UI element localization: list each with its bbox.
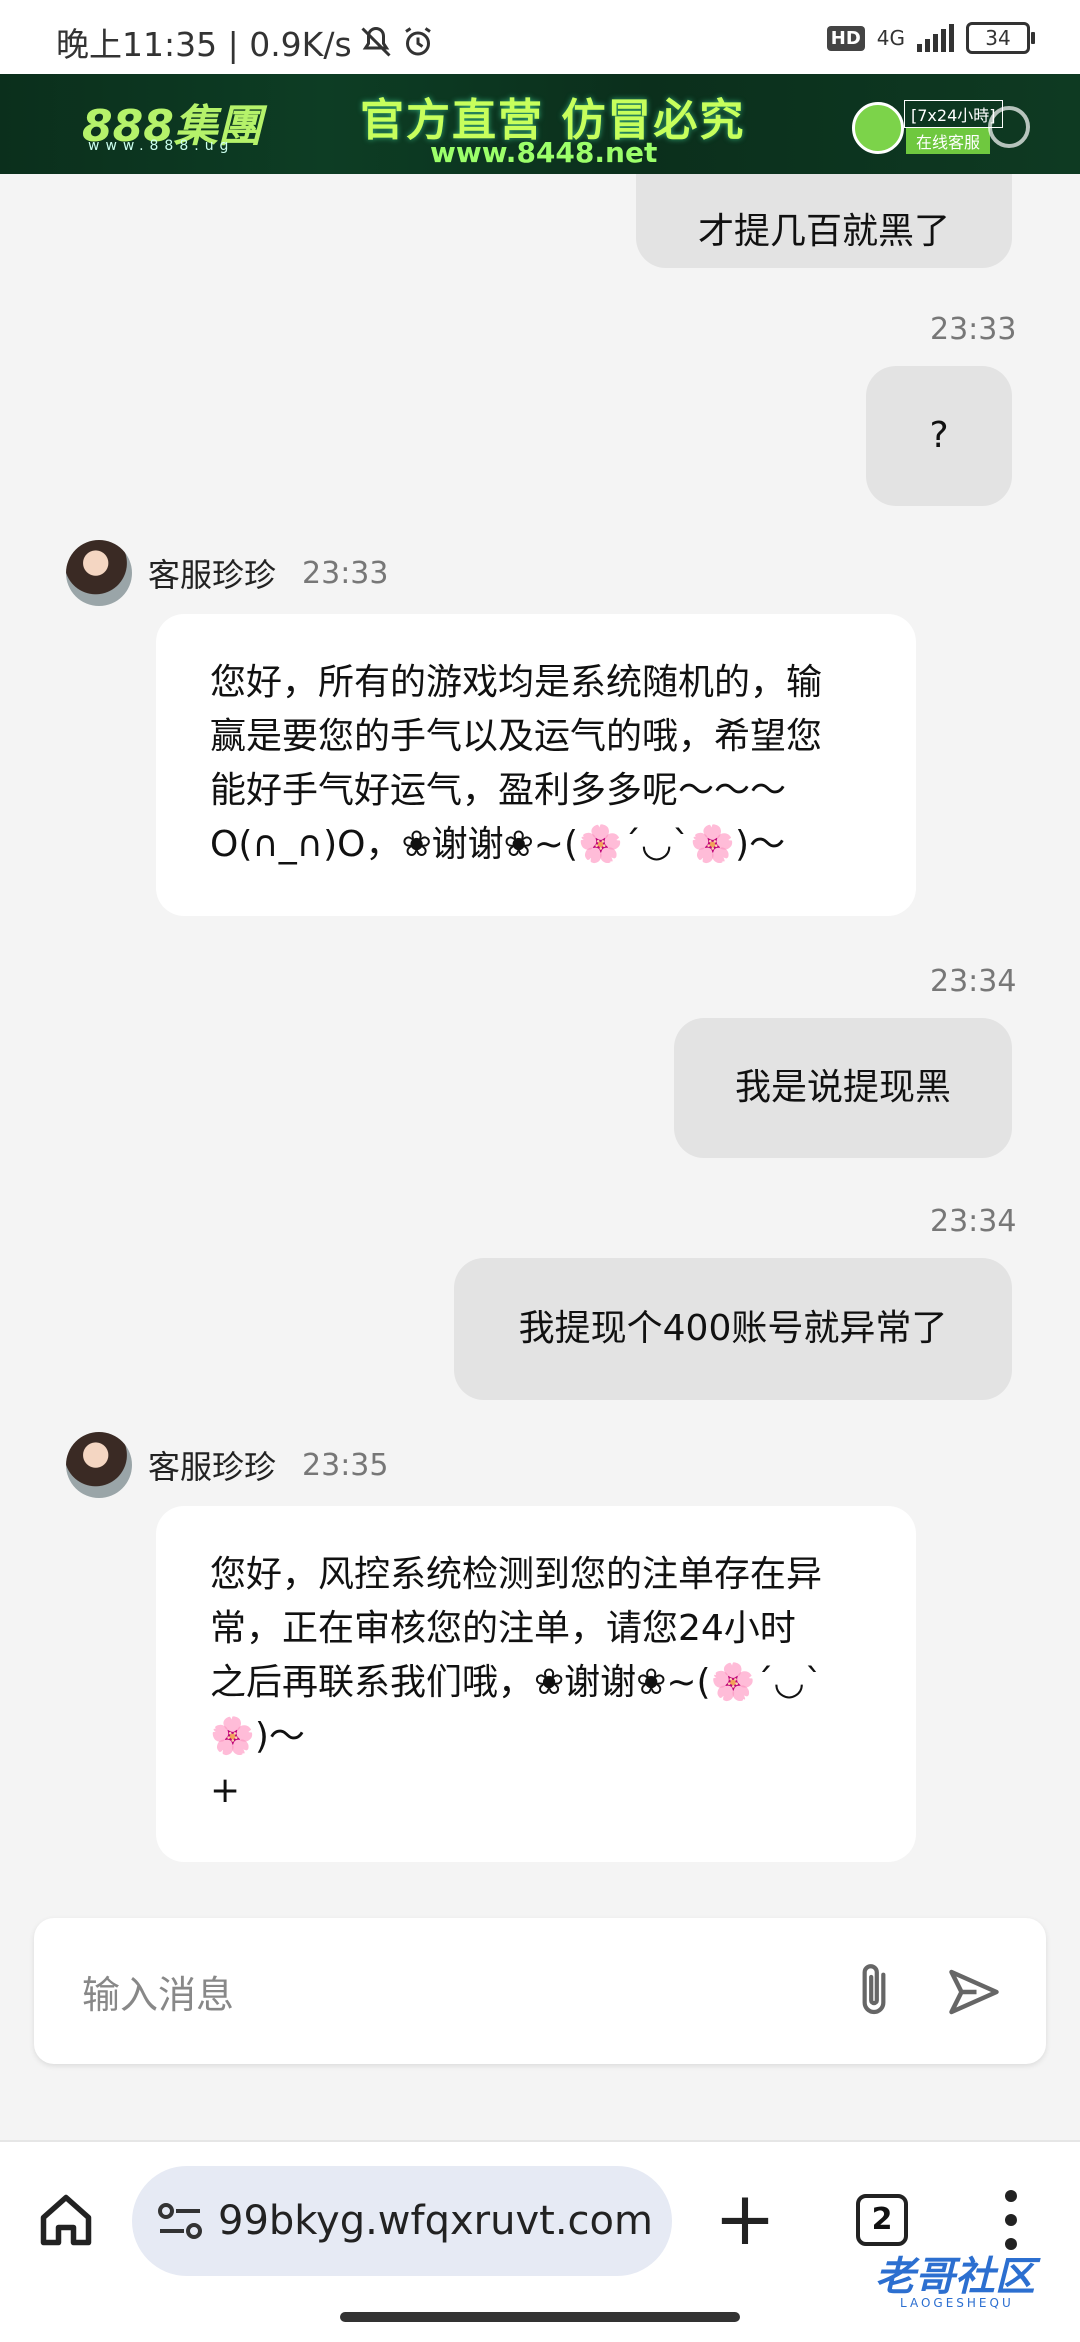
agent-avatar[interactable]	[66, 540, 132, 606]
message-line: 常，正在审核您的注单，请您24小时	[210, 1608, 796, 1649]
my-message-bubble: ?	[866, 366, 1012, 506]
home-icon[interactable]	[36, 2190, 96, 2250]
agent-message-bubble: 您好，风控系统检测到您的注单存在异 常，正在审核您的注单，请您24小时 之后再联…	[156, 1506, 916, 1862]
site-settings-icon[interactable]	[156, 2200, 204, 2242]
power-icon[interactable]	[988, 106, 1030, 148]
agent-name: 客服珍珍	[148, 1448, 277, 1486]
chat-area[interactable]: 才提几百就黑了 23:33 ? 客服珍珍 23:33 您好，所有的游戏均是系统随…	[0, 174, 1080, 1874]
mute-icon	[361, 26, 391, 57]
message-time: 23:34	[930, 1204, 1017, 1239]
message-line: +	[210, 1770, 241, 1811]
message-line: 之后再联系我们哦，❀谢谢❀~(🌸´◡`	[210, 1662, 823, 1703]
message-input[interactable]: 输入消息	[82, 1964, 234, 2019]
message-line: 赢是要您的手气以及运气的哦，希望您	[210, 716, 823, 757]
watermark-logo: 老哥社区 LAOGESHEQU	[840, 2240, 1070, 2320]
message-line: 您好，所有的游戏均是系统随机的，输	[210, 662, 823, 703]
ad-banner[interactable]: 888集團 www.888.ug 官方直营 仿冒必究 www.8448.net …	[0, 74, 1080, 174]
my-message-bubble: 我提现个400账号就异常了	[454, 1258, 1012, 1400]
message-line: 🌸)～	[210, 1716, 305, 1757]
message-time: 23:34	[930, 964, 1017, 999]
online-service-button[interactable]: 在线客服	[906, 128, 991, 154]
my-message-bubble: 我是说提现黑	[674, 1018, 1012, 1158]
agent-name: 客服珍珍	[148, 556, 277, 594]
agent-header: 客服珍珍 23:35	[66, 1432, 388, 1498]
status-time: 晚上11:35 | 0.9K/s	[56, 25, 352, 64]
message-text: 我提现个400账号就异常了	[518, 1308, 948, 1349]
send-icon[interactable]	[944, 1962, 1004, 2022]
status-bar: 晚上11:35 | 0.9K/s HD 4G 34	[0, 0, 1080, 74]
signal-icon	[917, 24, 954, 52]
message-input-container[interactable]: 输入消息	[34, 1918, 1046, 2064]
message-line: 能好手气好运气，盈利多多呢～～～	[210, 770, 787, 811]
status-right: HD 4G 34	[826, 22, 1035, 54]
banner-logo-sub: www.888.ug	[88, 138, 235, 154]
my-message-bubble: 才提几百就黑了	[636, 174, 1012, 268]
tab-switcher-button[interactable]: 2	[856, 2194, 908, 2246]
message-text: 才提几百就黑了	[697, 211, 950, 252]
message-line: O(∩_∩)O，❀谢谢❀~(🌸´◡`🌸)～	[210, 824, 786, 865]
banner-url: www.8448.net	[430, 136, 658, 169]
paperclip-icon[interactable]	[846, 1958, 902, 2024]
agent-avatar[interactable]	[66, 1432, 132, 1498]
status-left: 晚上11:35 | 0.9K/s	[56, 18, 436, 66]
agent-message-bubble: 您好，所有的游戏均是系统随机的，输 赢是要您的手气以及运气的哦，希望您 能好手气…	[156, 614, 916, 916]
watermark-text: 老哥社区	[875, 2254, 1035, 2300]
network-type: 4G	[876, 26, 905, 50]
agent-header: 客服珍珍 23:33	[66, 540, 388, 606]
message-text: 我是说提现黑	[734, 1067, 951, 1108]
alarm-icon	[404, 27, 431, 56]
battery-icon: 34	[966, 22, 1035, 54]
message-line: 您好，风控系统检测到您的注单存在异	[210, 1554, 823, 1595]
gesture-bar[interactable]	[340, 2312, 740, 2322]
customer-service-icon	[852, 102, 904, 154]
new-tab-button[interactable]: +	[714, 2182, 776, 2256]
message-time: 23:33	[302, 555, 389, 591]
url-bar[interactable]: 99bkyg.wfqxruvt.com	[132, 2166, 672, 2276]
message-time: 23:35	[302, 1447, 389, 1483]
watermark-sub: LAOGESHEQU	[900, 2296, 1014, 2310]
hd-badge: HD	[826, 25, 865, 51]
url-text[interactable]: 99bkyg.wfqxruvt.com	[218, 2198, 658, 2244]
message-text: ?	[929, 415, 949, 456]
message-time: 23:33	[930, 312, 1017, 347]
